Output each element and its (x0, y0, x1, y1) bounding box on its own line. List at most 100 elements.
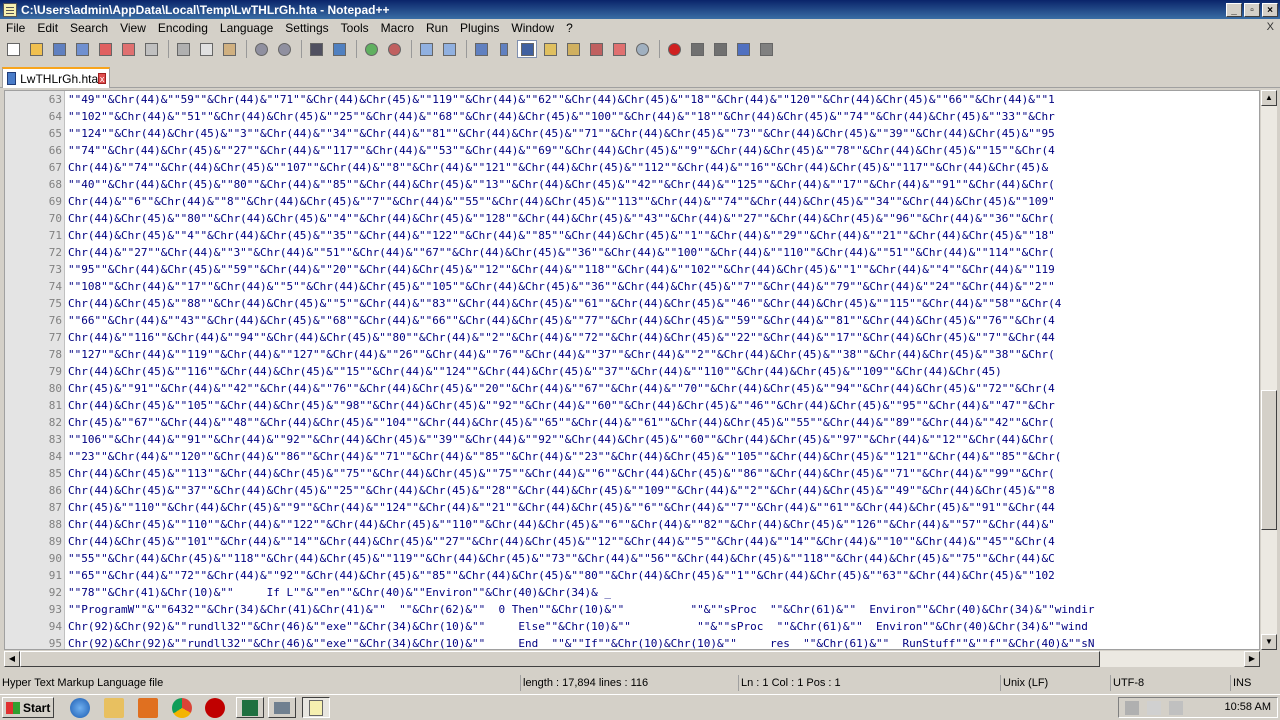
code-line[interactable]: 63 ""49""&Chr(44)&""59""&Chr(44)&""71""&C… (5, 91, 1259, 108)
code-line[interactable]: 69 Chr(44)&""6""&Chr(44)&""8""&Chr(44)&Ch… (5, 193, 1259, 210)
menu-window[interactable]: Window (505, 21, 560, 35)
save-all-icon[interactable] (72, 40, 92, 58)
minimize-button[interactable]: _ (1226, 2, 1242, 17)
tab-lwthlrgh-hta[interactable]: LwTHLrGh.hta x (2, 67, 110, 88)
start-button[interactable]: Start (2, 697, 54, 718)
zoom-in-icon[interactable] (361, 40, 381, 58)
save-macro-icon[interactable] (756, 40, 776, 58)
horizontal-scroll-thumb[interactable] (20, 651, 1100, 667)
code-line[interactable]: 82 Chr(45)&""67""&Chr(44)&""48""&Chr(44)&… (5, 414, 1259, 431)
code-line[interactable]: 92 ""78""&Chr(41)&Chr(10)&"" If L""&""en"… (5, 584, 1259, 601)
vertical-scrollbar[interactable]: ▲ ▼ (1261, 90, 1277, 650)
zoom-out-icon[interactable] (384, 40, 404, 58)
print-icon[interactable] (141, 40, 161, 58)
code-line[interactable]: 67 Chr(44)&""74""&Chr(44)&Chr(45)&""107""… (5, 159, 1259, 176)
scroll-left-icon[interactable]: ◀ (4, 651, 20, 667)
sync-horizontal-icon[interactable] (439, 40, 459, 58)
menu-plugins[interactable]: Plugins (454, 21, 505, 35)
code-line[interactable]: 81 Chr(44)&Chr(45)&""105""&Chr(44)&Chr(45… (5, 397, 1259, 414)
code-line[interactable]: 91 ""65""&Chr(44)&""72""&Chr(44)&""92""&C… (5, 567, 1259, 584)
redo-icon[interactable] (274, 40, 294, 58)
code-line[interactable]: 78 ""127""&Chr(44)&""119""&Chr(44)&""127"… (5, 346, 1259, 363)
menu-tools[interactable]: Tools (335, 21, 375, 35)
sync-vertical-icon[interactable] (416, 40, 436, 58)
code-line[interactable]: 93 ""ProgramW""&""6432""&Chr(34)&Chr(41)&… (5, 601, 1259, 618)
code-line[interactable]: 86 Chr(44)&Chr(45)&""37""&Chr(44)&Chr(45)… (5, 482, 1259, 499)
folder-workspace-icon[interactable] (586, 40, 606, 58)
window-task-button[interactable] (268, 697, 296, 718)
code-line[interactable]: 73 ""95""&Chr(44)&Chr(45)&""59""&Chr(44)&… (5, 261, 1259, 278)
code-line[interactable]: 90 ""55""&Chr(44)&Chr(45)&""118""&Chr(44)… (5, 550, 1259, 567)
code-line[interactable]: 83 ""106""&Chr(44)&""91""&Chr(44)&""92""&… (5, 431, 1259, 448)
volume-icon[interactable] (1125, 701, 1139, 715)
code-line[interactable]: 65 ""124""&Chr(44)&Chr(45)&""3""&Chr(44)&… (5, 125, 1259, 142)
close-icon[interactable] (95, 40, 115, 58)
code-line[interactable]: 71 Chr(44)&Chr(45)&""4""&Chr(44)&Chr(45)&… (5, 227, 1259, 244)
scroll-down-icon[interactable]: ▼ (1261, 634, 1277, 650)
menu-view[interactable]: View (114, 21, 152, 35)
explorer-icon[interactable] (104, 698, 124, 718)
open-file-icon[interactable] (26, 40, 46, 58)
menu-encoding[interactable]: Encoding (152, 21, 214, 35)
media-player-icon[interactable] (138, 698, 158, 718)
menu-help[interactable]: ? (560, 21, 579, 35)
flag-icon[interactable] (1169, 701, 1183, 715)
code-line[interactable]: 85 Chr(44)&Chr(45)&""113""&Chr(44)&Chr(45… (5, 465, 1259, 482)
vertical-scroll-thumb[interactable] (1261, 390, 1277, 530)
close-button[interactable]: × (1262, 2, 1278, 17)
notepadpp-task-button[interactable] (302, 697, 330, 718)
run-macro-multiple-icon[interactable] (733, 40, 753, 58)
menu-file[interactable]: File (0, 21, 31, 35)
scroll-up-icon[interactable]: ▲ (1261, 90, 1277, 106)
code-line[interactable]: 64 ""102""&Chr(44)&""51""&Chr(44)&Chr(45)… (5, 108, 1259, 125)
paste-icon[interactable] (219, 40, 239, 58)
code-line[interactable]: 88 Chr(44)&Chr(45)&""110""&Chr(44)&""122"… (5, 516, 1259, 533)
tab-close-icon[interactable]: x (98, 73, 106, 84)
replace-icon[interactable] (329, 40, 349, 58)
doc-map-icon[interactable] (540, 40, 560, 58)
network-icon[interactable] (1147, 701, 1161, 715)
code-line[interactable]: 80 Chr(45)&""91""&Chr(44)&""42""&Chr(44)&… (5, 380, 1259, 397)
code-line[interactable]: 95 Chr(92)&Chr(92)&""rundll32""&Chr(46)&"… (5, 635, 1259, 649)
menu-macro[interactable]: Macro (375, 21, 420, 35)
undo-icon[interactable] (251, 40, 271, 58)
code-line[interactable]: 76 ""66""&Chr(44)&""43""&Chr(44)&Chr(45)&… (5, 312, 1259, 329)
code-line[interactable]: 89 Chr(44)&Chr(45)&""101""&Chr(44)&""14""… (5, 533, 1259, 550)
code-line[interactable]: 68 ""40""&Chr(44)&Chr(45)&""80""&Chr(44)&… (5, 176, 1259, 193)
chrome-icon[interactable] (172, 698, 192, 718)
menu-search[interactable]: Search (64, 21, 114, 35)
code-line[interactable]: 84 ""23""&Chr(44)&""120""&Chr(44)&""86""&… (5, 448, 1259, 465)
menu-language[interactable]: Language (214, 21, 279, 35)
horizontal-scrollbar[interactable]: ◀ ▶ (4, 651, 1260, 667)
play-macro-icon[interactable] (710, 40, 730, 58)
menu-edit[interactable]: Edit (31, 21, 64, 35)
excel-task-button[interactable] (236, 697, 264, 718)
code-line[interactable]: 94 Chr(92)&Chr(92)&""rundll32""&Chr(46)&"… (5, 618, 1259, 635)
close-document-button[interactable]: X (1267, 21, 1274, 33)
eye-icon[interactable] (632, 40, 652, 58)
save-icon[interactable] (49, 40, 69, 58)
close-all-icon[interactable] (118, 40, 138, 58)
code-line[interactable]: 79 Chr(44)&Chr(45)&""116""&Chr(44)&Chr(45… (5, 363, 1259, 380)
code-line[interactable]: 77 Chr(44)&""116""&Chr(44)&""94""&Chr(44)… (5, 329, 1259, 346)
code-line[interactable]: 74 ""108""&Chr(44)&""17""&Chr(44)&""5""&C… (5, 278, 1259, 295)
word-wrap-icon[interactable] (471, 40, 491, 58)
show-all-chars-icon[interactable] (494, 40, 514, 58)
copy-icon[interactable] (196, 40, 216, 58)
code-line[interactable]: 70 Chr(44)&Chr(45)&""80""&Chr(44)&Chr(45)… (5, 210, 1259, 227)
code-line[interactable]: 75 Chr(44)&Chr(45)&""88""&Chr(44)&Chr(45)… (5, 295, 1259, 312)
stop-record-icon[interactable] (687, 40, 707, 58)
editor-area[interactable]: 63 ""49""&Chr(44)&""59""&Chr(44)&""71""&C… (4, 90, 1260, 650)
indent-guide-icon[interactable] (517, 40, 537, 58)
function-list-icon[interactable] (563, 40, 583, 58)
record-macro-icon[interactable] (664, 40, 684, 58)
menu-settings[interactable]: Settings (279, 21, 334, 35)
cut-icon[interactable] (173, 40, 193, 58)
find-icon[interactable] (306, 40, 326, 58)
scroll-right-icon[interactable]: ▶ (1244, 651, 1260, 667)
monitor-icon[interactable] (609, 40, 629, 58)
menu-run[interactable]: Run (420, 21, 454, 35)
maximize-button[interactable]: ▫ (1244, 2, 1260, 17)
new-file-icon[interactable] (3, 40, 23, 58)
opera-icon[interactable] (205, 698, 225, 718)
